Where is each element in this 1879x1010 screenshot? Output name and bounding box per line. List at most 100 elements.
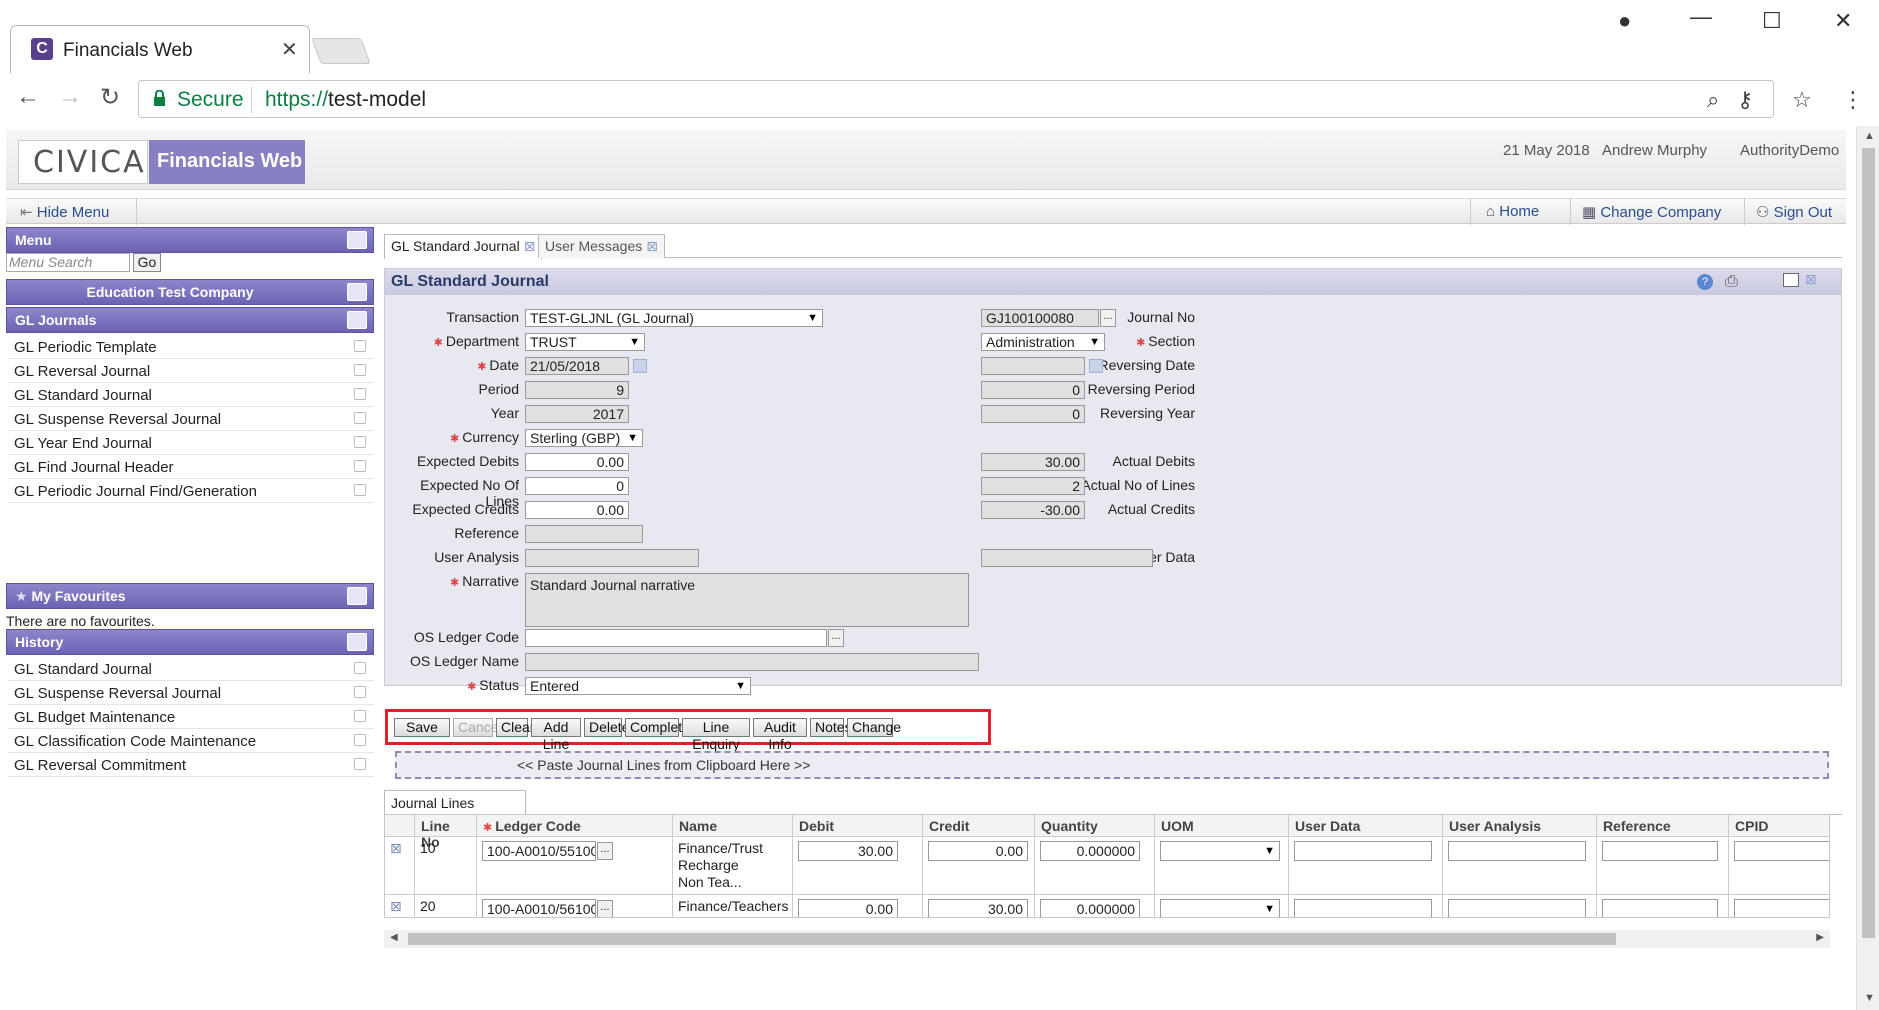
transaction-select[interactable]: TEST-GLJNL (GL Journal) — [525, 309, 823, 327]
grid-header-uom[interactable]: UOM — [1155, 815, 1289, 837]
change-company-button[interactable]: ▦ Change Company — [1582, 203, 1721, 221]
change-button[interactable]: Change — [847, 718, 901, 737]
uom-select[interactable] — [1160, 841, 1280, 861]
delete-row-icon[interactable]: ⊠ — [390, 898, 402, 914]
close-form-icon[interactable]: ⊠ — [1805, 271, 1817, 288]
close-tab-icon[interactable]: ⊠ — [646, 238, 658, 254]
debit-input[interactable]: 30.00 — [798, 841, 898, 861]
journal-no-lookup-button[interactable]: ... — [1100, 309, 1116, 327]
user-data-input[interactable] — [981, 549, 1153, 567]
menu-panel-toggle-icon[interactable] — [347, 231, 367, 249]
reference-input[interactable] — [1602, 841, 1718, 861]
scroll-left-icon[interactable]: ◀ — [390, 932, 398, 943]
key-icon[interactable]: ⚷ — [1737, 87, 1753, 113]
home-button[interactable]: ⌂ Home — [1486, 203, 1539, 220]
history-toggle-icon[interactable] — [347, 633, 367, 651]
maximize-icon[interactable]: ☐ — [1762, 8, 1782, 34]
minimize-icon[interactable]: — — [1690, 4, 1712, 30]
scroll-up-icon[interactable]: ▲ — [1864, 130, 1875, 142]
expected-lines-input[interactable]: 0 — [525, 477, 629, 495]
new-tab-button[interactable] — [311, 38, 371, 64]
menu-search-input[interactable]: Menu Search — [6, 253, 130, 272]
save-button[interactable]: Save — [394, 718, 450, 737]
calendar-icon[interactable] — [633, 359, 647, 373]
uom-select[interactable] — [1160, 899, 1280, 917]
sidebar-item[interactable]: GL Reversal Journal — [8, 359, 374, 383]
sidebar-item[interactable]: GL Year End Journal — [8, 431, 374, 455]
sidebar-item[interactable]: GL Suspense Reversal Journal — [8, 681, 374, 705]
currency-select[interactable]: Sterling (GBP) — [525, 429, 643, 447]
open-new-window-icon[interactable] — [354, 436, 366, 448]
window-restore-icon[interactable] — [1783, 273, 1799, 287]
os-ledger-lookup-button[interactable]: ... — [828, 629, 844, 647]
credit-input[interactable]: 0.00 — [928, 841, 1028, 861]
scroll-right-icon[interactable]: ▶ — [1816, 932, 1824, 943]
calendar-icon[interactable] — [1089, 359, 1103, 373]
open-new-window-icon[interactable] — [354, 484, 366, 496]
grid-header-name[interactable]: Name — [673, 815, 793, 837]
gl-journals-toggle-icon[interactable] — [347, 311, 367, 329]
sidebar-item[interactable]: GL Find Journal Header — [8, 455, 374, 479]
grid-header-user-data[interactable]: User Data — [1289, 815, 1443, 837]
window-close-icon[interactable]: ✕ — [1834, 8, 1852, 34]
horizontal-scrollbar[interactable]: ◀ ▶ — [384, 930, 1830, 948]
menu-search-go-button[interactable]: Go — [133, 253, 161, 272]
tab-gl-standard-journal[interactable]: GL Standard Journal ⊠ — [384, 234, 543, 259]
ledger-code-lookup-button[interactable]: ... — [597, 900, 613, 917]
audit-info-button[interactable]: Audit Info — [753, 718, 807, 752]
sidebar-item[interactable]: GL Standard Journal — [8, 383, 374, 407]
section-select[interactable]: Administration — [981, 333, 1105, 351]
sidebar-item[interactable]: GL Budget Maintenance — [8, 705, 374, 729]
open-new-window-icon[interactable] — [354, 412, 366, 424]
close-tab-icon[interactable]: ✕ — [281, 37, 298, 62]
add-line-button[interactable]: Add Line — [531, 718, 581, 752]
bookmark-star-icon[interactable]: ☆ — [1792, 87, 1812, 113]
notes-button[interactable]: Notes — [810, 718, 852, 737]
os-ledger-code-input[interactable] — [525, 629, 827, 647]
horizontal-scroll-thumb[interactable] — [408, 933, 1616, 945]
status-select[interactable]: Entered — [525, 677, 751, 695]
department-select[interactable]: TRUST — [525, 333, 645, 351]
tab-user-messages[interactable]: User Messages ⊠ — [538, 234, 665, 258]
cpid-input[interactable] — [1734, 841, 1829, 861]
zoom-icon[interactable]: ⌕ — [1707, 87, 1719, 113]
vertical-scrollbar[interactable]: ▲ ▼ — [1856, 126, 1879, 1010]
reversing-date-input[interactable] — [981, 357, 1085, 375]
sign-out-button[interactable]: ⚇ Sign Out — [1756, 203, 1832, 221]
clear-button[interactable]: Clear — [496, 718, 534, 737]
user-analysis-input[interactable] — [1448, 899, 1586, 917]
browser-tab[interactable]: C Financials Web ✕ — [10, 25, 310, 73]
user-data-input[interactable] — [1294, 899, 1432, 917]
open-new-window-icon[interactable] — [354, 340, 366, 352]
address-bar[interactable]: Secure https://test-model ⌕ ⚷ — [138, 80, 1774, 118]
reload-icon[interactable]: ↻ — [100, 83, 120, 112]
credit-input[interactable]: 30.00 — [928, 899, 1028, 917]
open-new-window-icon[interactable] — [354, 710, 366, 722]
favourites-toggle-icon[interactable] — [347, 587, 367, 605]
quantity-input[interactable]: 0.000000 — [1040, 899, 1140, 917]
expected-debits-input[interactable]: 0.00 — [525, 453, 629, 471]
browser-menu-icon[interactable]: ⋮ — [1842, 87, 1864, 113]
delete-row-icon[interactable]: ⊠ — [390, 840, 402, 856]
forward-icon[interactable]: → — [58, 83, 82, 111]
ledger-code-input[interactable]: 100-A0010/56100/F-C/ — [482, 899, 596, 917]
tab-journal-lines[interactable]: Journal Lines — [384, 790, 526, 814]
open-new-window-icon[interactable] — [354, 460, 366, 472]
ledger-code-lookup-button[interactable]: ... — [597, 842, 613, 860]
sidebar-item[interactable]: GL Standard Journal — [8, 657, 374, 681]
sidebar-item[interactable]: GL Periodic Template — [8, 335, 374, 359]
cpid-input[interactable] — [1734, 899, 1829, 917]
url-text[interactable]: https://test-model — [265, 88, 426, 112]
open-new-window-icon[interactable] — [354, 662, 366, 674]
delete-button[interactable]: Delete — [584, 718, 629, 737]
grid-header-ledger-code[interactable]: ✱ Ledger Code — [477, 815, 673, 837]
grid-header-debit[interactable]: Debit — [793, 815, 923, 837]
line-enquiry-button[interactable]: Line Enquiry — [682, 718, 750, 752]
user-data-input[interactable] — [1294, 841, 1432, 861]
sidebar-item[interactable]: GL Periodic Journal Find/Generation — [8, 479, 374, 503]
open-new-window-icon[interactable] — [354, 364, 366, 376]
sidebar-item[interactable]: GL Reversal Commitment — [8, 753, 374, 777]
expected-credits-input[interactable]: 0.00 — [525, 501, 629, 519]
paste-drop-zone[interactable]: << Paste Journal Lines from Clipboard He… — [395, 751, 1829, 779]
open-new-window-icon[interactable] — [354, 686, 366, 698]
